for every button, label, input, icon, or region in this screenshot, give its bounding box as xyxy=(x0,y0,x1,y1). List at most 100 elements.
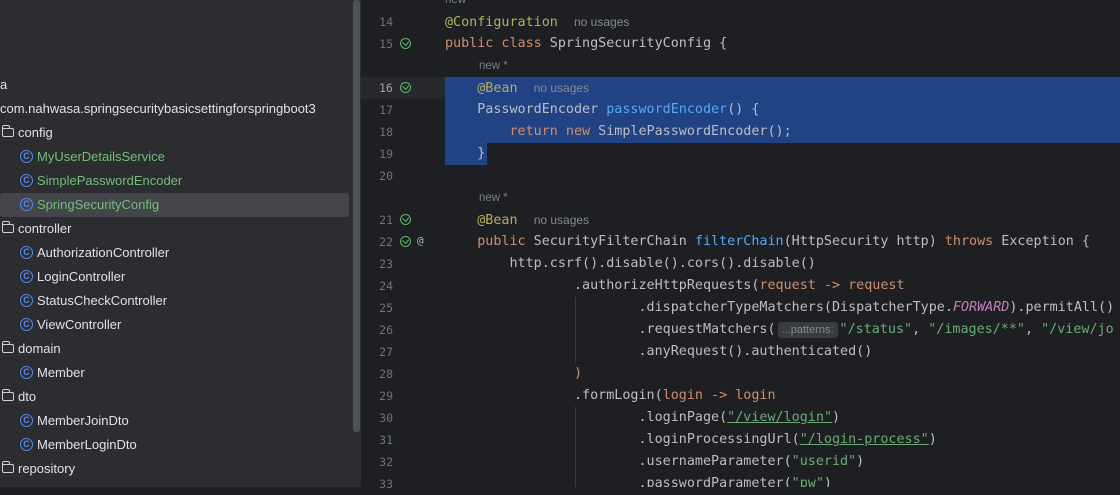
line-number: 29 xyxy=(379,389,393,403)
code-line-26: .requestMatchers(...patterns: "/status", … xyxy=(445,319,1114,341)
author-hint[interactable]: new * xyxy=(479,55,508,77)
class-icon: C xyxy=(20,150,33,163)
usages-hint[interactable]: no usages xyxy=(574,15,629,29)
tree-item-authorizationcontroller[interactable]: C AuthorizationController xyxy=(0,241,349,265)
line-number: 26 xyxy=(379,323,393,337)
code-text: Exception { xyxy=(993,234,1090,249)
line-number: 22 xyxy=(379,235,393,249)
tree-folder-repository[interactable]: repository xyxy=(0,457,349,481)
tree-item-myuserdetailsservice[interactable]: C MyUserDetailsService xyxy=(0,145,349,169)
usages-hint[interactable]: no usages xyxy=(534,213,589,227)
tree-folder-domain[interactable]: domain xyxy=(0,337,349,361)
tree-folder-dto[interactable]: dto xyxy=(0,385,349,409)
code-line-29: .formLogin(login -> login xyxy=(445,385,776,407)
parameter: http xyxy=(896,234,929,249)
code-text: ).permitAll() xyxy=(1009,300,1115,315)
class-icon: C xyxy=(20,198,33,211)
at-icon[interactable]: @ xyxy=(417,234,424,247)
class-icon: C xyxy=(20,174,33,187)
class-icon: C xyxy=(20,318,33,331)
line-number: 33 xyxy=(379,477,393,491)
tree-item-label: controller xyxy=(18,221,72,236)
tree-root-row[interactable]: a xyxy=(0,73,349,97)
code-line-21: @Bean no usages xyxy=(445,209,589,231)
method-name: passwordEncoder xyxy=(606,102,728,117)
string-literal[interactable]: "/login-process" xyxy=(800,432,929,447)
code-text: .authorizeHttpRequests( xyxy=(574,278,760,293)
code-text: .loginPage( xyxy=(638,410,728,425)
tree-item-label: SimplePasswordEncoder xyxy=(37,173,183,188)
bean-navigation-icon[interactable] xyxy=(400,82,411,93)
code-line-25: .dispatcherTypeMatchers(DispatcherType.F… xyxy=(445,297,1114,319)
tree-folder-controller[interactable]: controller xyxy=(0,217,349,241)
lambda: request -> request xyxy=(759,278,905,293)
string-literal: "/status" xyxy=(839,322,913,337)
usages-hint[interactable]: no usages xyxy=(534,81,589,95)
folder-icon xyxy=(1,125,14,137)
keyword: public class xyxy=(445,36,542,51)
code-line-23: http.csrf().disable().cors().disable() xyxy=(445,253,816,275)
tree-item-viewcontroller[interactable]: C ViewController xyxy=(0,313,349,337)
tree-item-statuscheckcontroller[interactable]: C StatusCheckController xyxy=(0,289,349,313)
type-name: SecurityFilterChain xyxy=(525,234,695,249)
tree-package-row[interactable]: com.nahwasa.springsecuritybasicsettingfo… xyxy=(0,97,349,121)
bean-navigation-icon[interactable] xyxy=(400,38,411,49)
code-text: SimplePasswordEncoder(); xyxy=(590,124,792,139)
code-line-33: .passwordParameter("pw") xyxy=(445,473,832,487)
code-text: .requestMatchers( xyxy=(638,322,776,337)
code-line-14: @Configuration no usages xyxy=(445,11,629,33)
folder-icon xyxy=(1,221,14,233)
code-line-15: public class SpringSecurityConfig { xyxy=(445,33,727,55)
string-literal[interactable]: "/view/login" xyxy=(727,410,832,425)
code-text: ) xyxy=(856,454,865,469)
line-number: 24 xyxy=(379,279,393,293)
line-number: 17 xyxy=(379,103,393,117)
tree-item-logincontroller[interactable]: C LoginController xyxy=(0,265,349,289)
tree-item-label: domain xyxy=(18,341,61,356)
class-icon: C xyxy=(20,294,33,307)
code-line-18: return new SimplePasswordEncoder(); xyxy=(445,121,792,143)
folder-icon xyxy=(1,389,14,401)
code-text: ) xyxy=(928,234,945,249)
tree-item-memberjoindto[interactable]: C MemberJoinDto xyxy=(0,409,349,433)
tree-item-simplepasswordencoder[interactable]: C SimplePasswordEncoder xyxy=(0,169,349,193)
project-tree-scrollbar[interactable] xyxy=(353,0,360,432)
author-hint[interactable]: new * xyxy=(479,187,508,209)
tree-item-label: AuthorizationController xyxy=(37,245,170,260)
tree-item-memberlogindto[interactable]: C MemberLoginDto xyxy=(0,433,349,457)
keyword: throws xyxy=(944,234,994,249)
code-line-31: .loginProcessingUrl("/login-process") xyxy=(445,429,936,451)
bean-navigation-icon[interactable] xyxy=(400,236,411,247)
code-line-30: .loginPage("/view/login") xyxy=(445,407,840,429)
code-text: , xyxy=(912,322,929,337)
line-number: 20 xyxy=(379,169,393,183)
code-text: .formLogin( xyxy=(574,388,663,403)
class-icon: C xyxy=(20,438,33,451)
code-text: () { xyxy=(727,102,760,117)
tree-root-label: a xyxy=(0,77,8,92)
tree-item-label: MemberLoginDto xyxy=(37,437,137,452)
tree-folder-config[interactable]: config xyxy=(0,121,349,145)
annotation: @Bean xyxy=(477,81,518,96)
code-line-22: public SecurityFilterChain filterChain(H… xyxy=(445,231,1090,253)
code-line-16: @Bean no usages xyxy=(445,77,589,99)
editor-gutter: 14 15 16 17 18 19 20 21 22 23 24 25 26 2… xyxy=(361,0,445,491)
code-line-24: .authorizeHttpRequests(request -> reques… xyxy=(445,275,905,297)
author-hint: new * xyxy=(445,0,474,6)
parameter-hint: ...patterns: xyxy=(777,322,838,338)
bean-navigation-icon[interactable] xyxy=(400,214,411,225)
tree-item-label: dto xyxy=(18,389,37,404)
folder-icon xyxy=(1,461,14,473)
line-number: 27 xyxy=(379,345,393,359)
code-text: .passwordParameter( xyxy=(638,476,792,487)
tree-item-label: SpringSecurityConfig xyxy=(37,197,160,212)
tree-item-springsecurityconfig[interactable]: C SpringSecurityConfig xyxy=(0,193,349,217)
code-line-27: .anyRequest().authenticated() xyxy=(445,341,872,363)
code-text: (HttpSecurity xyxy=(783,234,897,249)
code-editor[interactable]: new * @Configuration no usages public cl… xyxy=(445,0,1120,487)
tree-item-label: MyUserDetailsService xyxy=(37,149,165,164)
tree-item-member[interactable]: C Member xyxy=(0,361,349,385)
class-declaration: SpringSecurityConfig { xyxy=(541,36,728,51)
line-number: 23 xyxy=(379,257,393,271)
line-number: 32 xyxy=(379,455,393,469)
